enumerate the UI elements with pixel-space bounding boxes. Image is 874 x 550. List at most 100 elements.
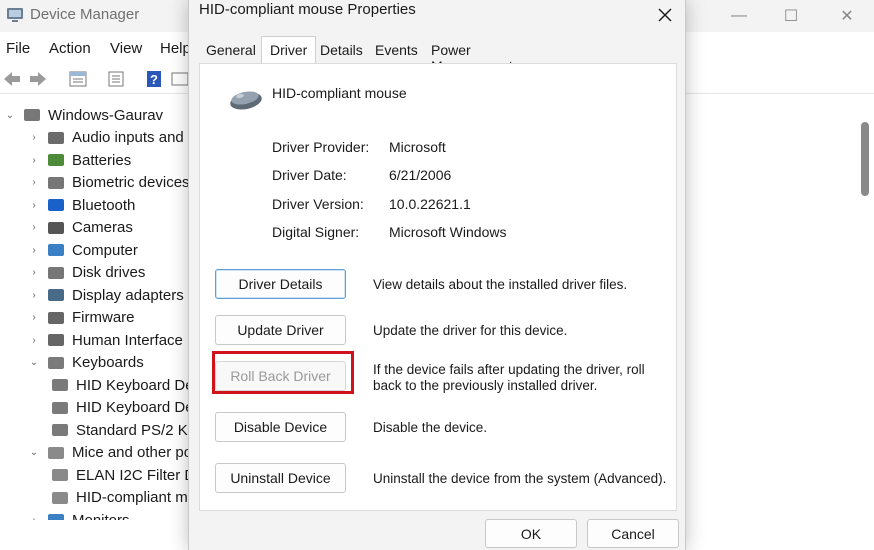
menu-file[interactable]: File (6, 40, 30, 57)
tab-events[interactable]: Events (375, 42, 418, 58)
monitor-icon (46, 511, 66, 520)
tree-item-label: Cameras (72, 219, 133, 236)
tree-item-label: Display adapters (72, 286, 184, 304)
fingerprint-icon (46, 174, 66, 192)
forward-arrow-icon[interactable] (28, 70, 48, 88)
disable-device-description: Disable the device. (373, 420, 488, 435)
mouse-icon (46, 444, 66, 462)
tree-item-17[interactable]: › Monitors (28, 509, 130, 520)
properties-icon[interactable] (68, 70, 88, 88)
driver-version-value: 10.0.22621.1 (389, 196, 471, 212)
maximize-button[interactable]: ☐ (768, 0, 814, 32)
computer-icon (22, 106, 42, 124)
driver-provider-value: Microsoft (389, 139, 446, 155)
tree-item-10[interactable]: ⌄ Keyboards (28, 352, 144, 374)
close-button[interactable]: ✕ (824, 0, 870, 32)
speaker-icon (46, 129, 66, 147)
tree-item-11[interactable]: HID Keyboard Device (50, 374, 200, 396)
tree-item-13[interactable]: Standard PS/2 Keyboard (50, 419, 200, 441)
keyboard-icon (50, 376, 70, 394)
tree-item-label: Mice and other pointing devices (72, 444, 200, 461)
help-icon[interactable]: ? (144, 70, 164, 88)
close-icon (658, 8, 672, 22)
keyboard-icon (50, 399, 70, 417)
minimize-button[interactable]: — (716, 0, 762, 32)
tree-item-label: Disk drives (72, 264, 146, 281)
tree-item-9[interactable]: › Human Interface Devices (28, 329, 200, 351)
display-adapter-icon (46, 286, 66, 304)
menu-help[interactable]: Help (160, 40, 191, 57)
tree-item-8[interactable]: › Firmware (28, 307, 135, 329)
bluetooth-icon (46, 196, 66, 214)
chevron-right-icon[interactable]: › (28, 200, 40, 211)
device-name: HID-compliant mouse (272, 85, 407, 101)
scrollbar[interactable] (858, 122, 872, 522)
minimize-icon: — (731, 7, 747, 24)
list-view-icon[interactable] (106, 70, 126, 88)
scan-hardware-icon[interactable] (170, 70, 190, 88)
dialog-title: HID-compliant mouse Properties (199, 1, 416, 18)
menu-view[interactable]: View (110, 40, 142, 57)
tree-item-6[interactable]: › Disk drives (28, 262, 145, 284)
chevron-right-icon[interactable]: › (28, 132, 40, 143)
cancel-button[interactable]: Cancel (587, 519, 679, 548)
chevron-right-icon[interactable]: › (28, 245, 40, 256)
ok-button[interactable]: OK (485, 519, 577, 548)
chevron-right-icon[interactable]: › (28, 222, 40, 233)
chevron-right-icon[interactable]: › (28, 177, 40, 188)
tree-item-label: HID Keyboard Device (76, 376, 200, 394)
disk-icon (46, 264, 66, 282)
tree-item-1[interactable]: › Batteries (28, 149, 131, 171)
chevron-right-icon[interactable]: › (28, 335, 40, 346)
driver-provider-label: Driver Provider: (272, 139, 370, 155)
tab-general[interactable]: General (206, 42, 256, 58)
tree-item-label: Computer (72, 241, 138, 259)
tree-item-label: Firmware (72, 309, 135, 326)
chevron-down-icon[interactable]: ⌄ (28, 357, 40, 368)
tree-item-15[interactable]: ELAN I2C Filter Driver (50, 464, 200, 486)
keyboard-icon (50, 421, 70, 439)
tree-item-label: Windows-Gaurav (48, 106, 164, 124)
close-icon: ✕ (840, 8, 854, 25)
uninstall-device-button[interactable]: Uninstall Device (215, 463, 346, 493)
tree-item-label: Bluetooth (72, 196, 136, 214)
chevron-right-icon[interactable]: › (28, 155, 40, 166)
tree-item-root[interactable]: ⌄ Windows-Gaurav (4, 104, 163, 126)
dialog-close-button[interactable] (643, 0, 687, 30)
tree-item-3[interactable]: › Bluetooth (28, 194, 135, 216)
tab-driver[interactable]: Driver (261, 36, 317, 64)
tree-item-12[interactable]: HID Keyboard Device (50, 397, 200, 419)
tree-item-label: Monitors (72, 511, 130, 521)
update-driver-button[interactable]: Update Driver (215, 315, 346, 345)
chevron-down-icon[interactable]: ⌄ (4, 110, 16, 121)
uninstall-device-description: Uninstall the device from the system (Ad… (373, 471, 667, 486)
chevron-right-icon[interactable]: › (28, 312, 40, 323)
tab-details[interactable]: Details (320, 42, 363, 58)
tree-item-2[interactable]: › Biometric devices (28, 172, 189, 194)
tree-item-7[interactable]: › Display adapters (28, 284, 184, 306)
device-manager-app-icon (7, 8, 23, 22)
scrollbar-thumb[interactable] (861, 122, 869, 196)
chevron-down-icon[interactable]: ⌄ (28, 447, 40, 458)
driver-details-button[interactable]: Driver Details (215, 269, 346, 299)
chevron-right-icon[interactable]: › (28, 515, 40, 521)
tree-item-label: Batteries (72, 151, 132, 169)
monitor-icon (46, 241, 66, 259)
tree-item-label: ELAN I2C Filter Driver (76, 466, 200, 484)
roll-back-driver-description: If the device fails after updating the d… (373, 362, 645, 393)
chevron-right-icon[interactable]: › (28, 267, 40, 278)
tree-item-label: HID Keyboard Device (76, 399, 200, 416)
tree-item-4[interactable]: › Cameras (28, 217, 133, 239)
driver-version-label: Driver Version: (272, 196, 364, 212)
mouse-icon (50, 489, 70, 507)
menu-action[interactable]: Action (49, 40, 91, 57)
tree-item-0[interactable]: › Audio inputs and outputs (28, 127, 200, 149)
roll-back-highlight-box (212, 351, 354, 394)
chevron-right-icon[interactable]: › (28, 290, 40, 301)
tree-item-14[interactable]: ⌄ Mice and other pointing devices (28, 442, 200, 464)
tree-item-5[interactable]: › Computer (28, 239, 138, 261)
back-arrow-icon[interactable] (2, 70, 22, 88)
disable-device-button[interactable]: Disable Device (215, 412, 346, 442)
tree-item-16[interactable]: HID-compliant mouse (50, 487, 200, 509)
maximize-icon: ☐ (783, 8, 799, 25)
